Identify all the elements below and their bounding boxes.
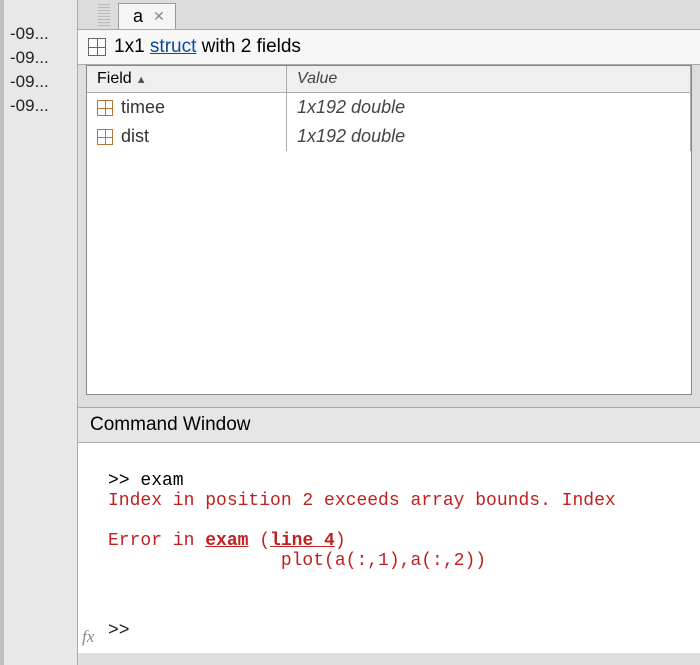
main-area: a ✕ 1x1 struct with 2 fields Field▲ Valu… <box>78 0 700 665</box>
struct-icon <box>88 38 106 56</box>
file-browser: -09... -09... -09... -09... <box>0 0 78 665</box>
drag-grip-icon[interactable] <box>98 4 110 26</box>
struct-text: 1x1 struct with 2 fields <box>114 36 301 58</box>
variable-table: Field▲ Value timee 1x192 double dist 1x1… <box>86 65 692 395</box>
file-item[interactable]: -09... <box>4 22 77 46</box>
file-item[interactable]: -09... <box>4 94 77 118</box>
prompt[interactable]: >> <box>108 621 690 641</box>
array-icon <box>97 100 113 116</box>
struct-description: 1x1 struct with 2 fields <box>78 30 700 65</box>
error-link-exam[interactable]: exam <box>205 531 248 551</box>
sort-asc-icon: ▲ <box>136 74 147 86</box>
error-line: Error in exam (line 4) <box>108 531 346 551</box>
variable-tab-a[interactable]: a ✕ <box>118 3 176 29</box>
header-value[interactable]: Value <box>287 66 691 92</box>
fx-icon[interactable]: fx <box>82 627 94 647</box>
prompt-line: >> exam <box>108 471 184 491</box>
field-name: timee <box>121 97 165 118</box>
tab-label: a <box>133 6 143 27</box>
command-window[interactable]: >> exam Index in position 2 exceeds arra… <box>78 443 700 653</box>
file-item[interactable]: -09... <box>4 46 77 70</box>
variable-tab-bar: a ✕ <box>78 0 700 30</box>
command-window-title: Command Window <box>78 407 700 443</box>
error-link-line[interactable]: line 4 <box>270 531 335 551</box>
field-value: 1x192 double <box>287 93 691 122</box>
field-name: dist <box>121 126 149 147</box>
field-value: 1x192 double <box>287 122 691 151</box>
table-header: Field▲ Value <box>87 66 691 93</box>
struct-link[interactable]: struct <box>150 36 196 57</box>
header-field[interactable]: Field▲ <box>87 66 287 92</box>
close-icon[interactable]: ✕ <box>153 8 165 25</box>
table-row[interactable]: dist 1x192 double <box>87 122 691 151</box>
file-item[interactable]: -09... <box>4 70 77 94</box>
table-row[interactable]: timee 1x192 double <box>87 93 691 122</box>
error-line: Index in position 2 exceeds array bounds… <box>108 491 616 511</box>
error-line: plot(a(:,1),a(:,2)) <box>108 551 486 571</box>
array-icon <box>97 129 113 145</box>
